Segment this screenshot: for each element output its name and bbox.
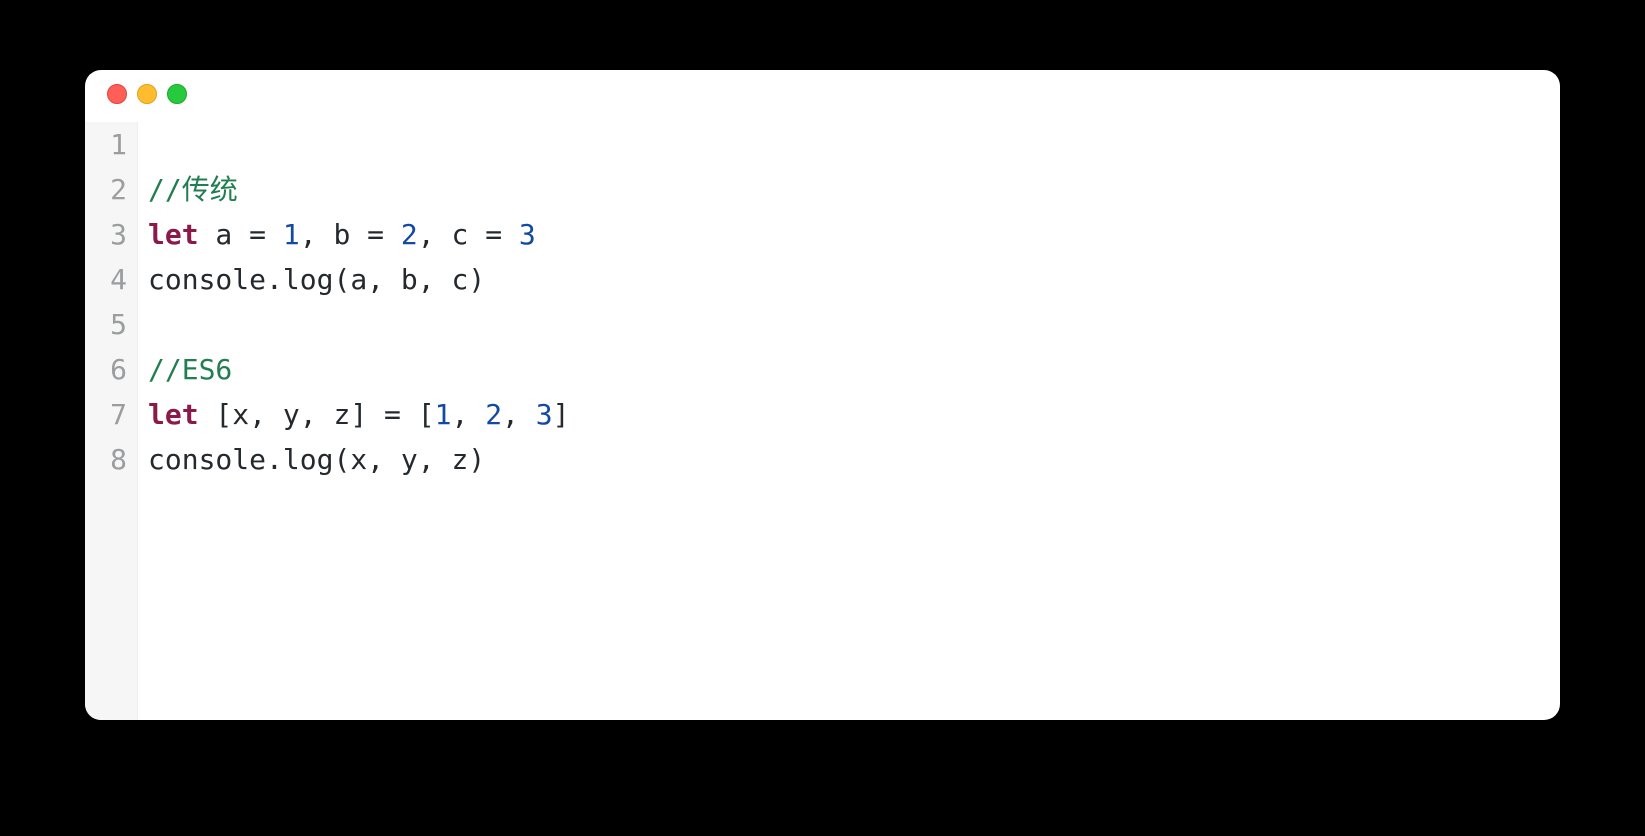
code-token: ( [333, 263, 350, 296]
code-token: console [148, 443, 266, 476]
code-token: b [401, 263, 418, 296]
code-token: log [283, 263, 334, 296]
code-token: y [401, 443, 418, 476]
code-token: 1 [435, 398, 452, 431]
code-token: , [502, 398, 536, 431]
code-token: , [451, 398, 485, 431]
code-token: 2 [401, 218, 418, 251]
line-number: 6 [105, 347, 127, 392]
code-token [502, 218, 519, 251]
code-token: , [300, 218, 334, 251]
code-token: , [418, 443, 452, 476]
code-token: . [266, 263, 283, 296]
code-token: , [300, 398, 334, 431]
line-number: 8 [105, 437, 127, 482]
code-token: //ES6 [148, 353, 232, 386]
code-token: 2 [485, 398, 502, 431]
editor-window: 12345678 //传统let a = 1, b = 2, c = 3cons… [85, 70, 1560, 720]
code-area[interactable]: 12345678 //传统let a = 1, b = 2, c = 3cons… [85, 118, 1560, 720]
code-token: ) [468, 263, 485, 296]
code-content[interactable]: //传统let a = 1, b = 2, c = 3console.log(a… [138, 122, 569, 720]
code-line[interactable]: //传统 [148, 167, 569, 212]
code-token: ] [350, 398, 384, 431]
line-number: 5 [105, 302, 127, 347]
code-token: = [367, 218, 384, 251]
code-token: x [232, 398, 249, 431]
code-token: let [148, 398, 199, 431]
code-token: ] [553, 398, 570, 431]
code-token: console [148, 263, 266, 296]
code-line[interactable]: console.log(a, b, c) [148, 257, 569, 302]
close-icon[interactable] [107, 84, 127, 104]
line-number: 3 [105, 212, 127, 257]
code-token: a [199, 218, 250, 251]
code-token: z [333, 398, 350, 431]
code-token: = [485, 218, 502, 251]
code-line[interactable]: //ES6 [148, 347, 569, 392]
code-token: a [350, 263, 367, 296]
code-token: //传统 [148, 173, 238, 206]
code-token: , [418, 263, 452, 296]
line-number: 2 [105, 167, 127, 212]
code-token: b [333, 218, 367, 251]
code-token: , [367, 263, 401, 296]
code-token: . [266, 443, 283, 476]
code-line[interactable]: let [x, y, z] = [1, 2, 3] [148, 392, 569, 437]
code-token: ( [333, 443, 350, 476]
code-token: x [350, 443, 367, 476]
code-token: 3 [519, 218, 536, 251]
line-number: 4 [105, 257, 127, 302]
code-token: [ [401, 398, 435, 431]
code-token: log [283, 443, 334, 476]
title-bar [85, 70, 1560, 118]
line-number: 1 [105, 122, 127, 167]
code-token: let [148, 218, 199, 251]
line-number-gutter: 12345678 [85, 122, 138, 720]
code-token: , [367, 443, 401, 476]
code-token: = [249, 218, 266, 251]
code-token [384, 218, 401, 251]
code-token: y [283, 398, 300, 431]
code-token: [ [199, 398, 233, 431]
code-token: 3 [536, 398, 553, 431]
line-number: 7 [105, 392, 127, 437]
code-token: 1 [283, 218, 300, 251]
code-line[interactable]: console.log(x, y, z) [148, 437, 569, 482]
code-token: c [451, 218, 485, 251]
code-token: = [384, 398, 401, 431]
code-line[interactable] [148, 302, 569, 347]
code-token: c [451, 263, 468, 296]
code-token: , [249, 398, 283, 431]
code-token [266, 218, 283, 251]
code-line[interactable]: let a = 1, b = 2, c = 3 [148, 212, 569, 257]
code-token: ) [468, 443, 485, 476]
zoom-icon[interactable] [167, 84, 187, 104]
code-line[interactable] [148, 122, 569, 167]
minimize-icon[interactable] [137, 84, 157, 104]
code-token: , [418, 218, 452, 251]
code-token: z [451, 443, 468, 476]
